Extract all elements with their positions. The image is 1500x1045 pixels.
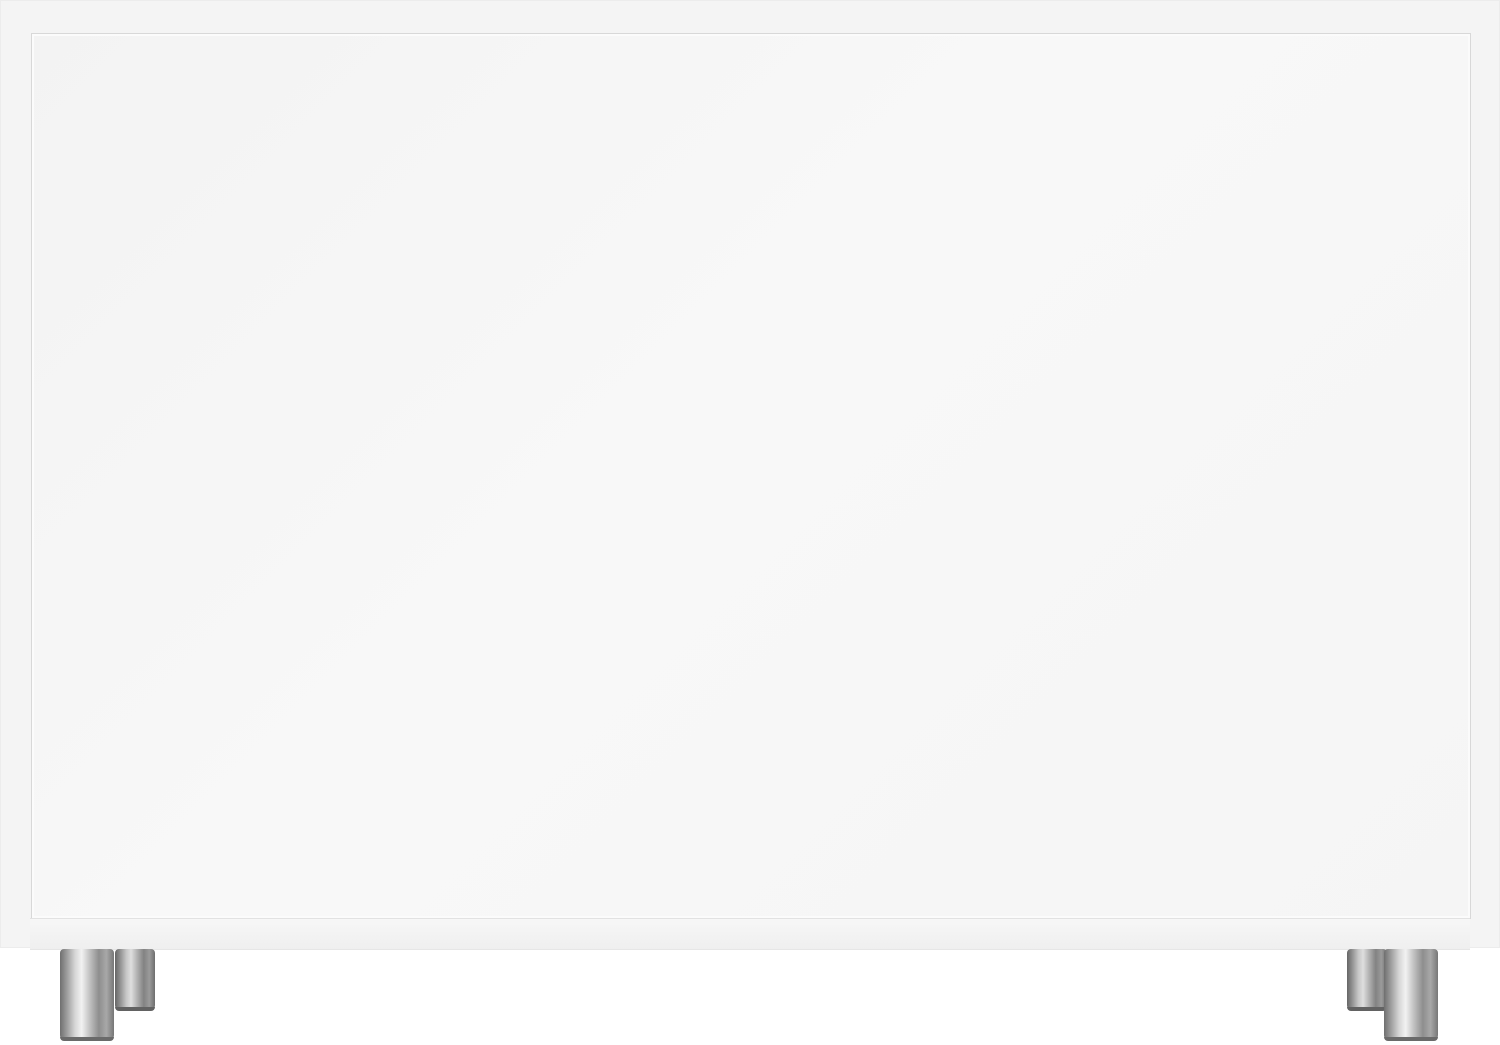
cabinet-leg-back-right [1347,949,1387,1011]
cabinet-leg-front-left [60,949,114,1041]
product-image [0,0,1500,1045]
cabinet-leg-back-left [115,949,155,1011]
cabinet-bottom-edge [30,918,1470,950]
cabinet-leg-front-right [1384,949,1438,1041]
cabinet-front-panel [31,33,1471,919]
